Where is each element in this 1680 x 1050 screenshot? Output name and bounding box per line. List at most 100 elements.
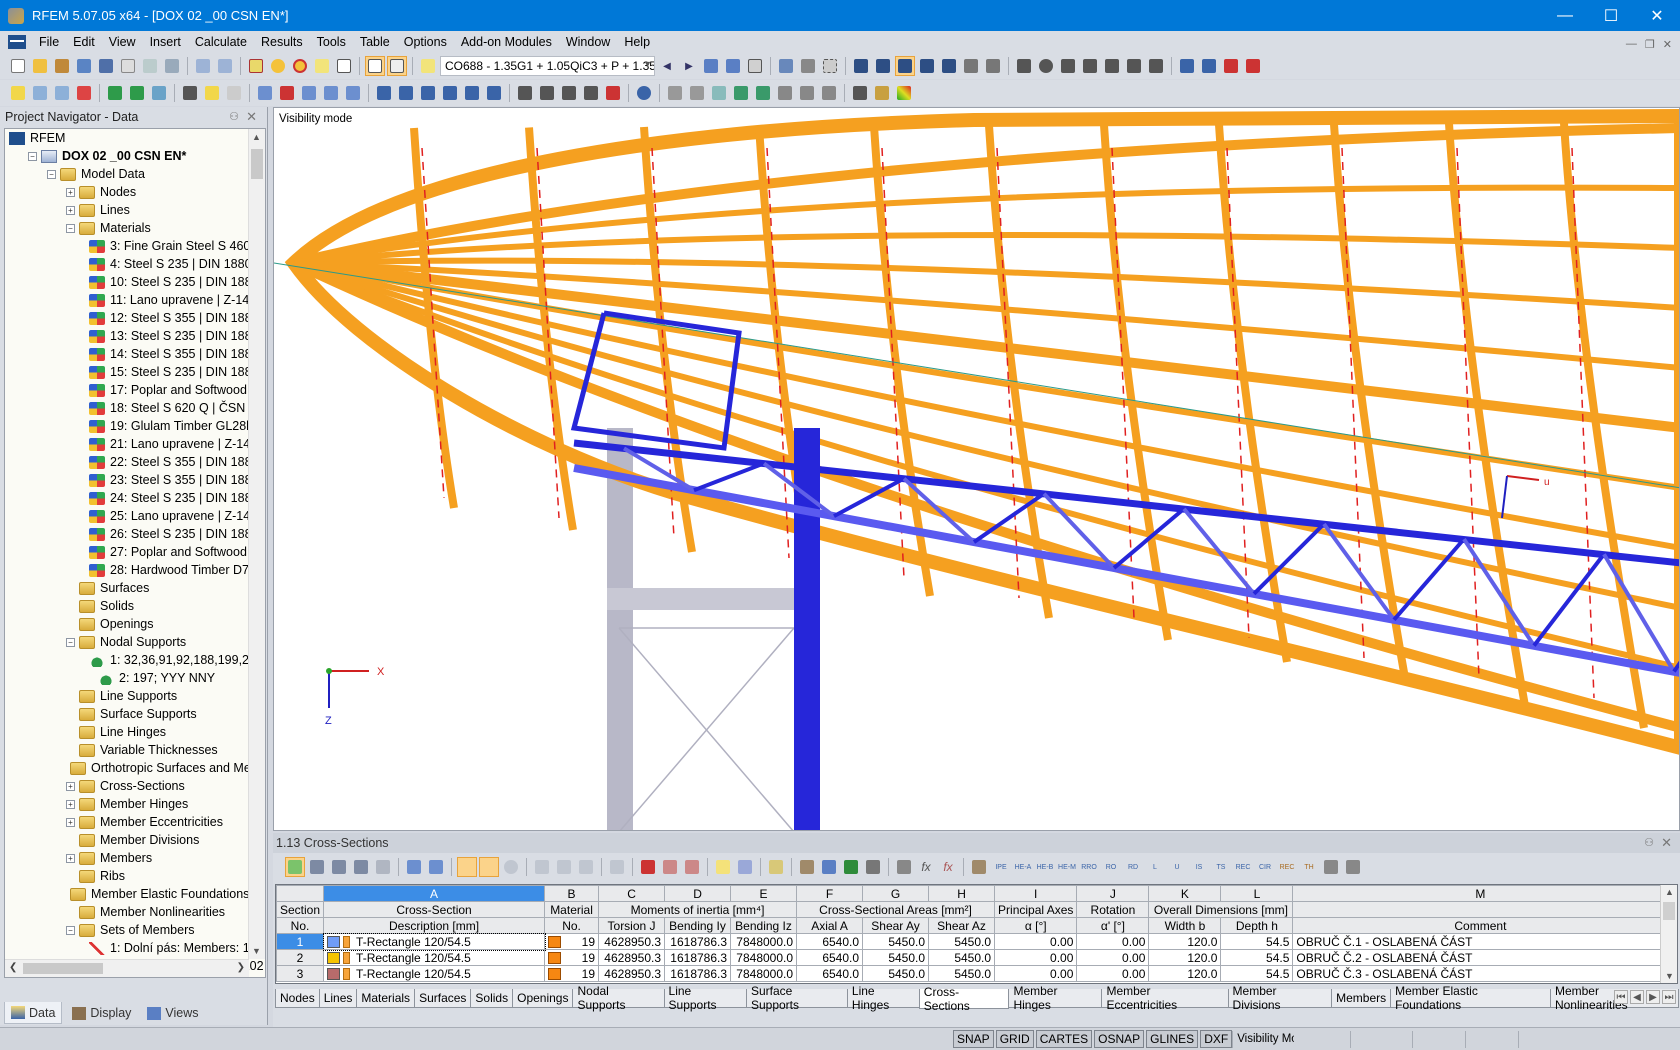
check-button[interactable] [665, 83, 685, 103]
shear-z-cell[interactable]: 5450.0 [928, 933, 996, 950]
tree-item[interactable]: 21: Lano upravene | Z-14.7- [5, 435, 265, 453]
tree-item[interactable]: Variable Thicknesses [5, 741, 249, 759]
delete-button[interactable] [1080, 56, 1100, 76]
new-file-button[interactable] [8, 56, 28, 76]
column-header-a[interactable]: A [323, 885, 546, 902]
tree-item[interactable]: + Member Eccentricities [5, 813, 249, 831]
model-viewport[interactable]: X Zu Visibility mode [273, 107, 1680, 831]
sheet-tab-surface-supports[interactable]: Surface Supports [745, 984, 848, 1012]
sheet-tab-nodes[interactable]: Nodes [275, 989, 320, 1008]
mdi-close-button[interactable]: ✕ [1663, 38, 1672, 51]
tree-item[interactable]: 19: Glulam Timber GL28h | [5, 417, 260, 435]
divide-button[interactable] [576, 857, 596, 877]
tree-item[interactable]: 11: Lano upravene | Z-14.7- [5, 291, 264, 309]
fe-mesh-button[interactable] [731, 83, 751, 103]
bending-z-cell[interactable]: 7848000.0 [730, 933, 798, 950]
shear-z-cell[interactable]: 5450.0 [928, 965, 996, 982]
column-header-g[interactable]: G [862, 885, 930, 902]
load-case-icon[interactable] [418, 56, 438, 76]
pin-icon[interactable]: ⚇ [1644, 836, 1654, 849]
new-member-button[interactable] [52, 83, 72, 103]
solid-button[interactable] [321, 83, 341, 103]
depth-cell[interactable]: 54.5 [1220, 949, 1294, 966]
tree-item[interactable]: 10: Steel S 235 | DIN 18800:1 [5, 273, 265, 291]
alpha-cell[interactable]: 0.00 [994, 933, 1078, 950]
results-button[interactable] [701, 56, 721, 76]
collapse-icon[interactable]: − [47, 169, 56, 179]
section-rd-button[interactable]: RD [1123, 857, 1143, 877]
sheet-tab-line-supports[interactable]: Line Supports [663, 984, 747, 1012]
menu-window[interactable]: Window [559, 35, 617, 49]
axial-cell[interactable]: 6540.0 [796, 965, 864, 982]
mdi-restore-button[interactable]: ❐ [1645, 38, 1655, 51]
edit-cell-button[interactable] [766, 857, 786, 877]
new-line-button[interactable] [30, 83, 50, 103]
menu-insert[interactable]: Insert [143, 35, 188, 49]
nodal-support-button[interactable] [105, 83, 125, 103]
tree-item[interactable]: − DOX 02 _00 CSN EN* [5, 147, 249, 165]
scroll-left-icon[interactable]: ❮ [9, 962, 17, 973]
sheet-tab-line-hinges[interactable]: Line Hinges [846, 984, 920, 1012]
render-mode-button[interactable] [634, 83, 654, 103]
next-sheet-button[interactable]: ▶ [1646, 990, 1660, 1004]
guideline-button[interactable] [224, 83, 244, 103]
tree-item[interactable]: Surface Supports [5, 705, 249, 723]
bending-y-cell[interactable]: 1618786.3 [664, 949, 732, 966]
sheet-tab-member-divisions[interactable]: Member Divisions [1227, 984, 1333, 1012]
tree-item[interactable]: Line Supports [5, 687, 249, 705]
tree-item[interactable]: 12: Steel S 355 | DIN 18800:1 [5, 309, 265, 327]
pdf-button[interactable] [1221, 56, 1241, 76]
export-row-button[interactable] [682, 857, 702, 877]
column-header-f[interactable]: F [796, 885, 864, 902]
table-view-button[interactable] [365, 56, 385, 76]
shear-y-cell[interactable]: 5450.0 [862, 949, 930, 966]
expand-icon[interactable]: + [66, 781, 75, 791]
tree-item[interactable]: Openings [5, 615, 249, 633]
collapse-icon[interactable]: − [66, 925, 75, 935]
rfem-logo-icon[interactable] [8, 35, 26, 49]
last-sheet-button[interactable]: ⏭ [1662, 990, 1676, 1004]
import-button[interactable] [1199, 56, 1219, 76]
comment-button[interactable] [202, 83, 222, 103]
refresh-button[interactable] [501, 857, 521, 877]
select-all-button[interactable] [290, 56, 310, 76]
display-nodes-button[interactable] [515, 83, 535, 103]
column-header-d[interactable]: D [664, 885, 732, 902]
tree-item[interactable]: Member Elastic Foundations [5, 885, 249, 903]
print-button[interactable] [140, 56, 160, 76]
alpha-prime-cell[interactable]: 0.00 [1076, 965, 1150, 982]
free-load-button[interactable] [484, 83, 504, 103]
display-members-button[interactable] [559, 83, 579, 103]
shear-y-cell[interactable]: 5450.0 [862, 965, 930, 982]
next-table-button[interactable] [426, 857, 446, 877]
scroll-down-icon[interactable]: ▼ [1665, 971, 1674, 981]
export-button[interactable] [1177, 56, 1197, 76]
display-surfaces-button[interactable] [581, 83, 601, 103]
section-heb-button[interactable]: HE-B [1035, 857, 1055, 877]
grid-button[interactable] [820, 56, 840, 76]
column-header-j[interactable]: J [1076, 885, 1150, 902]
close-icon[interactable]: ✕ [246, 109, 257, 125]
section-library-button[interactable] [969, 857, 989, 877]
tree-item[interactable]: + Member Hinges [5, 795, 249, 813]
expand-icon[interactable]: + [66, 205, 75, 215]
sheet-tab-members[interactable]: Members [1331, 989, 1392, 1008]
sheet-tab-materials[interactable]: Materials [356, 989, 416, 1008]
menu-results[interactable]: Results [254, 35, 310, 49]
section-th-button[interactable]: TH [1299, 857, 1319, 877]
table-full-button[interactable] [387, 56, 407, 76]
design-button[interactable] [872, 83, 892, 103]
new-surface-button[interactable] [74, 83, 94, 103]
edit-table-button[interactable] [285, 857, 305, 877]
window-button[interactable] [334, 56, 354, 76]
mdi-minimize-button[interactable]: — [1626, 38, 1637, 51]
minimize-button[interactable]: — [1542, 0, 1588, 31]
pin-icon[interactable]: ⚇ [229, 110, 239, 123]
table-row[interactable]: 2 T-Rectangle 120/54.5 19 4628950.3 1618786.… [276, 949, 1669, 966]
column-header-l[interactable]: L [1220, 885, 1294, 902]
sync-selection-button[interactable] [457, 857, 477, 877]
section-is-button[interactable]: IS [1189, 857, 1209, 877]
arrange-button[interactable] [797, 83, 817, 103]
menu-file[interactable]: File [32, 35, 66, 49]
menu-tools[interactable]: Tools [310, 35, 353, 49]
